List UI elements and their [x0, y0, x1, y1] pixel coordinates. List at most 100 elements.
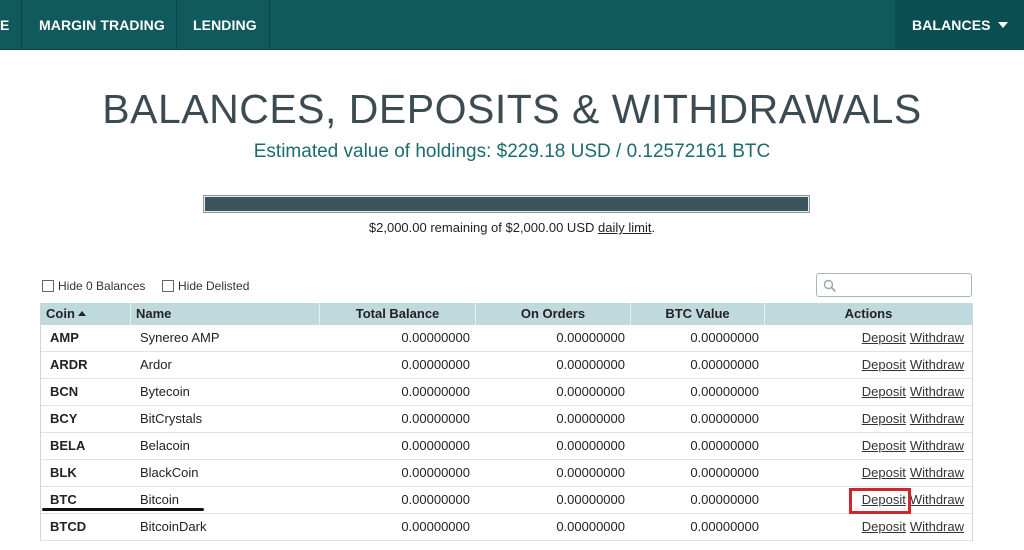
name-cell: BitCrystals [140, 411, 203, 426]
btc-value-cell: 0.00000000 [690, 438, 759, 453]
deposit-link[interactable]: Deposit [862, 519, 906, 534]
deposit-link[interactable]: Deposit [862, 357, 906, 372]
actions-cell: Deposit Withdraw [765, 379, 972, 405]
deposit-link[interactable]: Deposit [862, 384, 906, 399]
coin-cell: BELA [50, 438, 86, 453]
column-header-coin-label: Coin [46, 306, 75, 321]
withdraw-link[interactable]: Withdraw [910, 384, 964, 399]
total-balance-cell: 0.00000000 [401, 438, 470, 453]
withdraw-link[interactable]: Withdraw [910, 357, 964, 372]
coin-cell: BLK [50, 465, 77, 480]
caret-down-icon [997, 22, 1008, 29]
hide-delisted-checkbox[interactable]: Hide Delisted [162, 279, 249, 293]
btc-value-cell: 0.00000000 [690, 330, 759, 345]
withdraw-link[interactable]: Withdraw [910, 438, 964, 453]
nav-balances-label: BALANCES [912, 17, 991, 33]
actions-cell: Deposit Withdraw [765, 325, 972, 351]
daily-limit-link[interactable]: daily limit [598, 220, 651, 235]
estimated-holdings: Estimated value of holdings: $229.18 USD… [253, 141, 771, 162]
deposit-link[interactable]: Deposit [862, 438, 906, 453]
column-header-actions: Actions [844, 306, 893, 321]
withdraw-link[interactable]: Withdraw [910, 519, 964, 534]
btc-value-cell: 0.00000000 [690, 357, 759, 372]
on-orders-cell: 0.00000000 [556, 492, 625, 507]
search-input[interactable] [816, 273, 972, 297]
search-icon [823, 279, 837, 293]
checkbox-box[interactable] [162, 280, 174, 292]
withdraw-link[interactable]: Withdraw [910, 492, 964, 507]
table-header: Coin Name Total Balance On Orders BTC Va… [41, 303, 972, 325]
balances-table: Coin Name Total Balance On Orders BTC Va… [40, 303, 973, 541]
top-nav: E MARGIN TRADING LENDING BALANCES [0, 0, 1024, 50]
table-row: BCY BitCrystals 0.00000000 0.00000000 0.0000… [41, 406, 972, 433]
total-balance-cell: 0.00000000 [401, 492, 470, 507]
deposit-link[interactable]: Deposit [862, 330, 906, 345]
column-header-coin[interactable]: Coin [41, 303, 131, 325]
nav-divider [21, 0, 22, 50]
btc-value-cell: 0.00000000 [690, 519, 759, 534]
coin-cell: BCY [50, 411, 78, 426]
limit-text-suffix: . [651, 220, 656, 235]
daily-limit-fill [205, 197, 808, 211]
on-orders-cell: 0.00000000 [556, 519, 625, 534]
annotation-highlight-box [849, 488, 911, 514]
nav-item-margin-trading[interactable]: MARGIN TRADING [39, 0, 165, 50]
table-row: BTCD BitcoinDark 0.00000000 0.00000000 0.000… [41, 514, 972, 541]
coin-cell: ARDR [50, 357, 88, 372]
withdraw-link[interactable]: Withdraw [910, 330, 964, 345]
name-cell: Ardor [140, 357, 172, 372]
nav-item-lending[interactable]: LENDING [193, 0, 257, 50]
limit-text-prefix: $2,000.00 remaining of $2,000.00 USD [368, 220, 598, 235]
checkbox-box[interactable] [42, 280, 54, 292]
on-orders-cell: 0.00000000 [556, 411, 625, 426]
column-header-btc-value[interactable]: BTC Value [631, 303, 765, 325]
table-row: BELA Belacoin 0.00000000 0.00000000 0.000000… [41, 433, 972, 460]
daily-limit-bar [203, 195, 810, 213]
name-cell: BitcoinDark [140, 519, 207, 534]
actions-cell: Deposit Withdraw [765, 514, 972, 540]
btc-value-cell: 0.00000000 [690, 492, 759, 507]
coin-cell: AMP [50, 330, 79, 345]
actions-cell: Deposit Withdraw [765, 406, 972, 432]
btc-value-cell: 0.00000000 [690, 465, 759, 480]
coin-cell: BCN [50, 384, 79, 399]
total-balance-cell: 0.00000000 [401, 384, 470, 399]
on-orders-cell: 0.00000000 [556, 384, 625, 399]
coin-cell: BTCD [50, 519, 87, 534]
column-header-name[interactable]: Name [131, 303, 320, 325]
table-row: BLK BlackCoin 0.00000000 0.00000000 0.000000… [41, 460, 972, 487]
nav-item-exchange[interactable]: E [0, 0, 9, 50]
name-cell: Belacoin [140, 438, 190, 453]
column-header-on-orders[interactable]: On Orders [476, 303, 631, 325]
page-title: BALANCES, DEPOSITS & WITHDRAWALS [102, 86, 922, 132]
nav-item-balances[interactable]: BALANCES [895, 0, 1024, 50]
table-row: BCN Bytecoin 0.00000000 0.00000000 0.0000000… [41, 379, 972, 406]
hide-zero-balances-label: Hide 0 Balances [58, 279, 146, 293]
on-orders-cell: 0.00000000 [556, 438, 625, 453]
deposit-link[interactable]: Deposit [862, 465, 906, 480]
total-balance-cell: 0.00000000 [401, 411, 470, 426]
sort-ascending-icon [77, 311, 86, 316]
deposit-link[interactable]: Deposit [862, 411, 906, 426]
daily-limit-text: $2,000.00 remaining of $2,000.00 USD dai… [0, 220, 1024, 235]
on-orders-cell: 0.00000000 [556, 357, 625, 372]
actions-cell: Deposit Withdraw [765, 352, 972, 378]
annotation-underline [42, 508, 204, 511]
total-balance-cell: 0.00000000 [401, 465, 470, 480]
withdraw-link[interactable]: Withdraw [910, 411, 964, 426]
name-cell: Bytecoin [140, 384, 190, 399]
btc-value-cell: 0.00000000 [690, 411, 759, 426]
actions-cell: Deposit Withdraw [765, 433, 972, 459]
withdraw-link[interactable]: Withdraw [910, 465, 964, 480]
on-orders-cell: 0.00000000 [556, 330, 625, 345]
name-cell: Synereo AMP [140, 330, 220, 345]
hide-delisted-label: Hide Delisted [178, 279, 250, 293]
total-balance-cell: 0.00000000 [401, 330, 470, 345]
total-balance-cell: 0.00000000 [401, 519, 470, 534]
on-orders-cell: 0.00000000 [556, 465, 625, 480]
column-header-total-balance[interactable]: Total Balance [320, 303, 476, 325]
actions-cell: Deposit Withdraw [765, 460, 972, 486]
hide-zero-balances-checkbox[interactable]: Hide 0 Balances [42, 279, 145, 293]
nav-divider [176, 0, 177, 50]
btc-value-cell: 0.00000000 [690, 384, 759, 399]
